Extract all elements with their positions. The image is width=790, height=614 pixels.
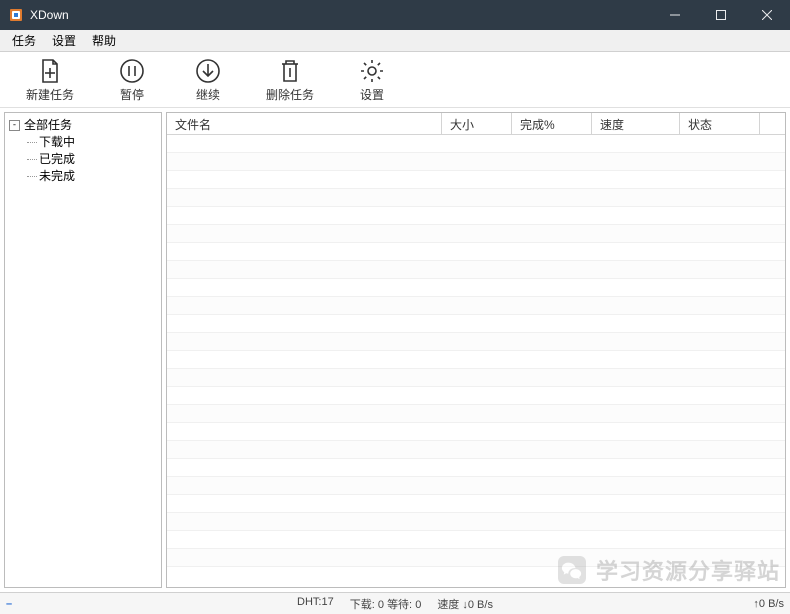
status-download-count: 下载: 0 等待: 0 — [350, 596, 422, 612]
table-row[interactable] — [167, 459, 785, 477]
status-dht: DHT:17 — [297, 596, 334, 612]
tree-root-node[interactable]: -全部任务 下载中 已完成 未完成 — [9, 117, 157, 185]
tree-node-completed[interactable]: 已完成 — [27, 151, 157, 168]
titlebar: XDown — [0, 0, 790, 30]
table-row[interactable] — [167, 243, 785, 261]
pause-label: 暂停 — [120, 86, 144, 103]
gear-icon — [358, 57, 386, 85]
minimize-button[interactable] — [652, 0, 698, 30]
column-done-pct[interactable]: 完成% — [512, 113, 592, 134]
table-row[interactable] — [167, 531, 785, 549]
new-task-button[interactable]: 新建任务 — [20, 55, 80, 105]
table-row[interactable] — [167, 513, 785, 531]
resume-button[interactable]: 继续 — [184, 55, 232, 105]
table-row[interactable] — [167, 135, 785, 153]
status-down-speed: 速度 ↓0 B/s — [437, 596, 493, 612]
table-row[interactable] — [167, 315, 785, 333]
table-row[interactable] — [167, 387, 785, 405]
tree-downloading-label: 下载中 — [39, 135, 75, 149]
new-task-label: 新建任务 — [26, 86, 74, 103]
status-up-speed: ↑0 B/s — [753, 598, 784, 610]
table-header: 文件名 大小 完成% 速度 状态 — [167, 113, 785, 135]
table-row[interactable] — [167, 495, 785, 513]
sidebar: -全部任务 下载中 已完成 未完成 — [4, 112, 162, 588]
resume-label: 继续 — [196, 86, 220, 103]
table-row[interactable] — [167, 333, 785, 351]
table-row[interactable] — [167, 207, 785, 225]
table-row[interactable] — [167, 279, 785, 297]
window-controls — [652, 0, 790, 30]
table-row[interactable] — [167, 261, 785, 279]
task-table: 文件名 大小 完成% 速度 状态 — [166, 112, 786, 588]
menu-settings[interactable]: 设置 — [44, 30, 84, 51]
menubar: 任务 设置 帮助 — [0, 30, 790, 52]
table-row[interactable] — [167, 297, 785, 315]
status-center: DHT:17 下载: 0 等待: 0 速度 ↓0 B/s — [0, 596, 790, 612]
arrow-down-icon: ↓ — [462, 599, 468, 611]
app-icon — [8, 7, 24, 23]
tree-completed-label: 已完成 — [39, 152, 75, 166]
file-plus-icon — [36, 57, 64, 85]
menu-help[interactable]: 帮助 — [84, 30, 124, 51]
table-body[interactable] — [167, 135, 785, 587]
table-row[interactable] — [167, 405, 785, 423]
column-size[interactable]: 大小 — [442, 113, 512, 134]
column-filename[interactable]: 文件名 — [167, 113, 442, 134]
maximize-button[interactable] — [698, 0, 744, 30]
table-row[interactable] — [167, 369, 785, 387]
table-row[interactable] — [167, 225, 785, 243]
tree-root-label: 全部任务 — [24, 118, 72, 132]
pause-icon — [118, 57, 146, 85]
table-row[interactable] — [167, 189, 785, 207]
settings-label: 设置 — [360, 86, 384, 103]
toolbar: 新建任务 暂停 继续 删除任务 设置 — [0, 52, 790, 108]
column-rest[interactable] — [760, 113, 785, 134]
column-speed[interactable]: 速度 — [592, 113, 680, 134]
content-area: -全部任务 下载中 已完成 未完成 文件名 大小 完成% 速度 状态 — [0, 108, 790, 592]
trash-icon — [276, 57, 304, 85]
table-row[interactable] — [167, 423, 785, 441]
download-circle-icon — [194, 57, 222, 85]
table-row[interactable] — [167, 153, 785, 171]
tree-collapse-icon[interactable]: - — [9, 120, 20, 131]
table-row[interactable] — [167, 441, 785, 459]
delete-task-button[interactable]: 删除任务 — [260, 55, 320, 105]
close-button[interactable] — [744, 0, 790, 30]
tree-incomplete-label: 未完成 — [39, 169, 75, 183]
delete-task-label: 删除任务 — [266, 86, 314, 103]
table-row[interactable] — [167, 549, 785, 567]
pause-button[interactable]: 暂停 — [108, 55, 156, 105]
menu-tasks[interactable]: 任务 — [4, 30, 44, 51]
tree-node-downloading[interactable]: 下载中 — [27, 134, 157, 151]
statusbar: – DHT:17 下载: 0 等待: 0 速度 ↓0 B/s ↑0 B/s — [0, 592, 790, 614]
table-row[interactable] — [167, 351, 785, 369]
status-collapse-icon[interactable]: – — [6, 598, 12, 610]
table-row[interactable] — [167, 171, 785, 189]
column-status[interactable]: 状态 — [680, 113, 760, 134]
window-title: XDown — [30, 8, 652, 22]
settings-button[interactable]: 设置 — [348, 55, 396, 105]
tree-node-incomplete[interactable]: 未完成 — [27, 168, 157, 185]
table-row[interactable] — [167, 477, 785, 495]
